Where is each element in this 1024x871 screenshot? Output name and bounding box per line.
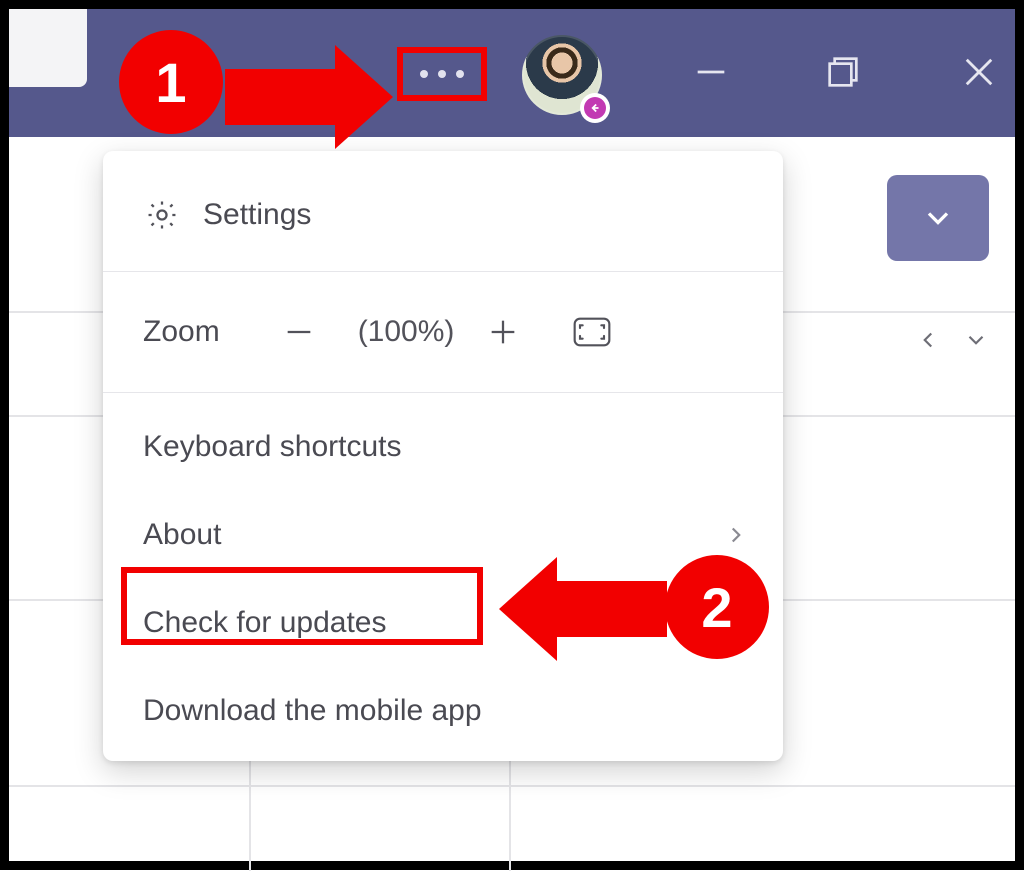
- pager-controls: [915, 327, 989, 353]
- ellipsis-icon: [438, 70, 446, 78]
- arrow-head-icon: [499, 557, 557, 661]
- out-of-office-icon: [584, 97, 606, 119]
- arrow-shaft: [557, 581, 667, 637]
- zoom-out-button[interactable]: [282, 315, 326, 349]
- ellipsis-icon: [420, 70, 428, 78]
- pager-next-icon[interactable]: [963, 327, 989, 353]
- zoom-in-button[interactable]: [486, 315, 530, 349]
- menu-item-about[interactable]: About: [103, 491, 783, 579]
- more-options-button[interactable]: [397, 47, 487, 101]
- annotation-badge-2: 2: [665, 555, 769, 659]
- presence-badge: [580, 93, 610, 123]
- arrow-shaft: [225, 69, 335, 125]
- grid-line: [9, 785, 1015, 787]
- menu-divider: [103, 392, 783, 393]
- annotation-arrow-2: [499, 557, 667, 661]
- zoom-label: Zoom: [143, 315, 220, 349]
- arrow-head-icon: [335, 45, 393, 149]
- annotation-badge-label: 2: [701, 575, 732, 640]
- gear-icon: [143, 198, 181, 232]
- menu-item-settings[interactable]: Settings: [103, 169, 783, 261]
- annotation-badge-label: 1: [155, 50, 186, 115]
- annotation-badge-1: 1: [119, 30, 223, 134]
- pager-prev-icon[interactable]: [915, 327, 941, 353]
- annotation-highlight-2: [121, 567, 483, 645]
- menu-item-label: Keyboard shortcuts: [143, 430, 401, 464]
- more-options-menu: Settings Zoom (100%) Keyboard shortcuts: [103, 151, 783, 761]
- ellipsis-icon: [456, 70, 464, 78]
- window-minimize-button[interactable]: [681, 47, 741, 97]
- annotation-arrow-1: [225, 45, 393, 149]
- titlebar-left-placeholder: [9, 9, 87, 87]
- menu-item-label: About: [143, 518, 221, 552]
- menu-item-keyboard-shortcuts[interactable]: Keyboard shortcuts: [103, 403, 783, 491]
- fullscreen-button[interactable]: [572, 316, 612, 348]
- menu-item-label: Settings: [203, 198, 311, 232]
- menu-divider: [103, 271, 783, 272]
- menu-item-label: Download the mobile app: [143, 694, 482, 728]
- content-area: Settings Zoom (100%) Keyboard shortcuts: [9, 137, 1015, 861]
- zoom-percent: (100%): [358, 315, 455, 349]
- expand-dropdown-button[interactable]: [887, 175, 989, 261]
- window-close-button[interactable]: [949, 47, 1009, 97]
- window-maximize-button[interactable]: [813, 47, 873, 97]
- chevron-right-icon: [723, 522, 749, 548]
- menu-item-download-mobile[interactable]: Download the mobile app: [103, 667, 783, 755]
- menu-item-zoom: Zoom (100%): [103, 282, 783, 382]
